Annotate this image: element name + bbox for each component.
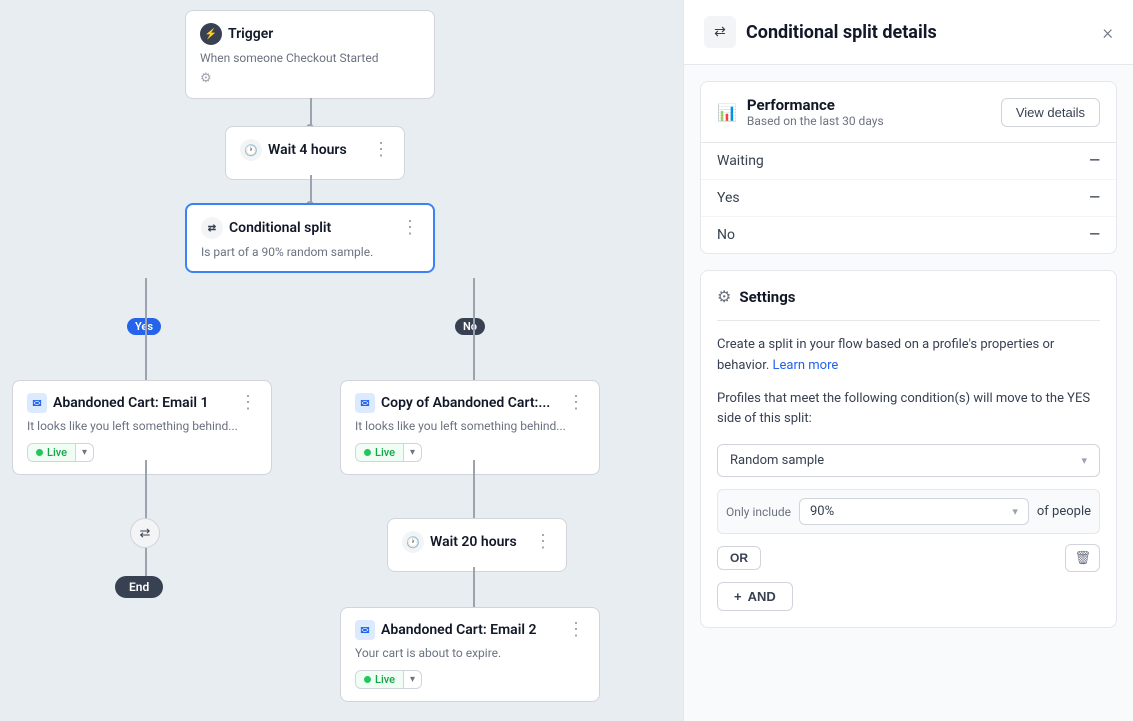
settings-condition-text: Profiles that meet the following conditi… (717, 389, 1100, 431)
learn-more-link[interactable]: Learn more (773, 358, 839, 373)
perf-row-waiting: Waiting — (701, 143, 1116, 180)
view-details-button[interactable]: View details (1001, 98, 1100, 127)
percent-dropdown[interactable]: 90% ▾ (799, 498, 1029, 525)
perf-waiting-value: — (1089, 153, 1100, 169)
panel-title: Conditional split details (746, 22, 937, 43)
performance-icon: 📊 (717, 103, 737, 122)
performance-subtitle: Based on the last 30 days (747, 114, 884, 128)
connector-yes (145, 278, 147, 386)
email2-status[interactable]: Live ▾ (355, 670, 422, 689)
random-sample-arrow: ▾ (1081, 454, 1087, 467)
email1-body: It looks like you left something behind.… (27, 419, 257, 433)
trigger-icon: ⚡ (200, 23, 222, 45)
email-copy-node[interactable]: ✉ Copy of Abandoned Cart:... ⋮ It looks … (340, 380, 600, 475)
live-dot-2 (364, 449, 371, 456)
settings-section: ⚙ Settings Create a split in your flow b… (700, 270, 1117, 628)
perf-no-value: — (1089, 227, 1100, 243)
email2-dropdown-arrow[interactable]: ▾ (404, 672, 421, 687)
wait2-menu[interactable]: ⋮ (534, 533, 552, 551)
split-menu[interactable]: ⋮ (401, 219, 419, 237)
email1-status[interactable]: Live ▾ (27, 443, 94, 462)
live-dot-3 (364, 676, 371, 683)
email2-body: Your cart is about to expire. (355, 646, 585, 660)
clock-icon-1: 🕐 (240, 139, 262, 161)
of-people-label: of people (1037, 504, 1091, 519)
percent-dropdown-arrow: ▾ (1012, 505, 1018, 518)
email-copy-status[interactable]: Live ▾ (355, 443, 422, 462)
email1-title: Abandoned Cart: Email 1 (53, 395, 208, 411)
performance-title: Performance (747, 96, 884, 114)
trigger-body: When someone Checkout Started (200, 51, 420, 65)
delete-button[interactable]: 🗑 (1065, 544, 1100, 572)
performance-section: 📊 Performance Based on the last 30 days … (700, 81, 1117, 254)
split-title: Conditional split (229, 220, 331, 236)
panel-header: ⇄ Conditional split details × (684, 0, 1133, 65)
wait1-title: Wait 4 hours (268, 142, 347, 158)
settings-title: Settings (739, 288, 795, 306)
wait1-menu[interactable]: ⋮ (372, 141, 390, 159)
perf-yes-value: — (1089, 190, 1100, 206)
panel-header-icon: ⇄ (704, 16, 736, 48)
email1-icon: ✉ (27, 393, 47, 413)
split-reconnect-icon: ⇄ (130, 518, 160, 548)
wait2-title: Wait 20 hours (430, 534, 517, 550)
email-copy-body: It looks like you left something behind.… (355, 419, 585, 433)
clock-icon-2: 🕐 (402, 531, 424, 553)
trigger-sub-icon: ⚙ (200, 71, 420, 86)
settings-icon: ⚙ (717, 287, 731, 306)
email2-title: Abandoned Cart: Email 2 (381, 622, 536, 638)
connector-no (473, 278, 475, 386)
perf-waiting-label: Waiting (717, 153, 764, 169)
email2-node[interactable]: ✉ Abandoned Cart: Email 2 ⋮ Your cart is… (340, 607, 600, 702)
email1-dropdown-arrow[interactable]: ▾ (76, 445, 93, 460)
right-panel: ⇄ Conditional split details × 📊 Performa… (683, 0, 1133, 721)
and-label: AND (748, 589, 776, 604)
flow-canvas: ⚡ Trigger When someone Checkout Started … (0, 0, 683, 721)
trigger-node[interactable]: ⚡ Trigger When someone Checkout Started … (185, 10, 435, 99)
email-copy-title: Copy of Abandoned Cart:... (381, 395, 550, 411)
perf-row-yes: Yes — (701, 180, 1116, 217)
email-copy-icon: ✉ (355, 393, 375, 413)
panel-close-button[interactable]: × (1103, 22, 1113, 42)
split-body: Is part of a 90% random sample. (201, 245, 419, 259)
yes-label: Yes (127, 318, 161, 335)
email2-icon: ✉ (355, 620, 375, 640)
email2-menu[interactable]: ⋮ (567, 621, 585, 639)
only-include-label: Only include (726, 505, 791, 519)
email1-node[interactable]: ✉ Abandoned Cart: Email 1 ⋮ It looks lik… (12, 380, 272, 475)
connector-to-end (145, 548, 147, 578)
connector-wait2-email2 (473, 567, 475, 607)
live-dot-1 (36, 449, 43, 456)
connector-email1-end (145, 460, 147, 520)
trigger-title: Trigger (228, 26, 273, 42)
email1-menu[interactable]: ⋮ (239, 394, 257, 412)
condition-row: Only include 90% ▾ of people (717, 489, 1100, 534)
trash-icon: 🗑 (1074, 550, 1091, 565)
perf-yes-label: Yes (717, 190, 740, 206)
settings-description: Create a split in your flow based on a p… (717, 335, 1100, 377)
perf-row-no: No — (701, 217, 1116, 253)
perf-no-label: No (717, 227, 735, 243)
split-icon: ⇄ (201, 217, 223, 239)
end-node: End (115, 576, 163, 598)
no-label: No (455, 318, 485, 335)
random-sample-dropdown[interactable]: Random sample ▾ (717, 444, 1100, 477)
and-plus-icon: + (734, 589, 742, 604)
wait2-node[interactable]: 🕐 Wait 20 hours ⋮ (387, 518, 567, 572)
connector-copy-wait (473, 460, 475, 520)
email-copy-dropdown-arrow[interactable]: ▾ (404, 445, 421, 460)
or-row: OR 🗑 (717, 544, 1100, 572)
wait1-node[interactable]: 🕐 Wait 4 hours ⋮ (225, 126, 405, 180)
or-button[interactable]: OR (717, 546, 761, 570)
email-copy-menu[interactable]: ⋮ (567, 394, 585, 412)
conditional-split-node[interactable]: ⇄ Conditional split ⋮ Is part of a 90% r… (185, 203, 435, 273)
and-button[interactable]: + AND (717, 582, 793, 611)
